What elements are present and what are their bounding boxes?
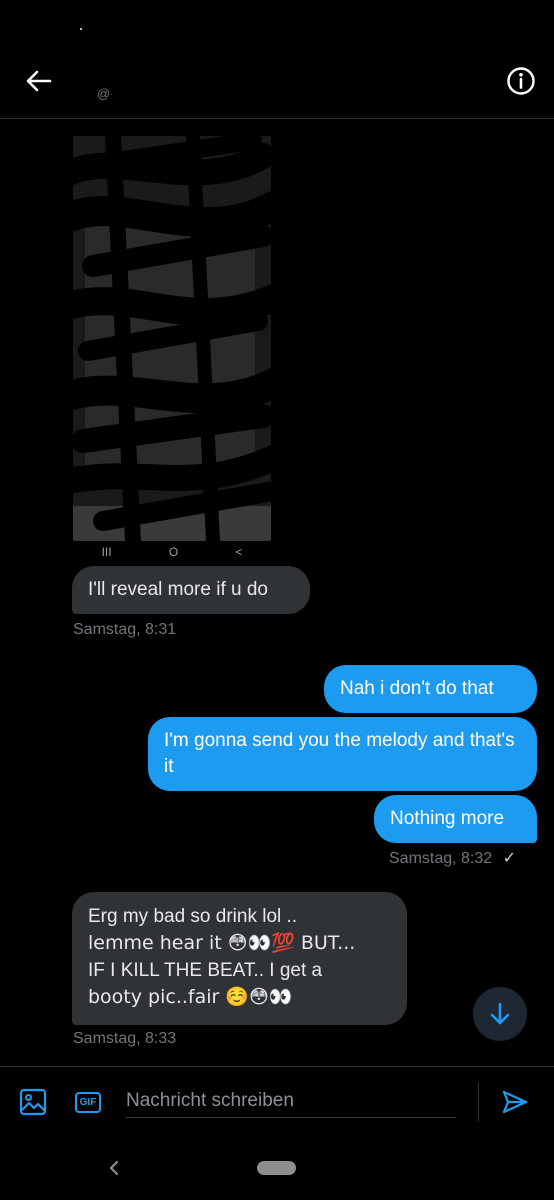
shared-screenshot-image[interactable] — [73, 136, 271, 541]
message-line: IF I KILL THE BEAT.. I get a — [88, 960, 323, 981]
gif-icon: GIF — [75, 1091, 101, 1113]
recent-apps-icon: III — [101, 545, 112, 559]
composer-divider — [478, 1083, 479, 1121]
message-input[interactable] — [126, 1085, 456, 1118]
message-received-1[interactable]: I'll reveal more if u do — [72, 566, 310, 614]
message-line: Erg my bad so drink lol .. — [88, 906, 298, 927]
chevron-left-icon — [109, 1160, 119, 1176]
timestamp-3: Samstag, 8:33 — [73, 1030, 177, 1047]
timestamp-1: Samstag, 8:31 — [73, 621, 177, 638]
scroll-to-bottom-button[interactable] — [473, 987, 527, 1041]
screenshot-nav-bar: III O < — [73, 541, 271, 563]
send-button[interactable] — [500, 1087, 530, 1117]
info-button[interactable] — [505, 65, 537, 97]
system-navigation-bar — [0, 1140, 554, 1200]
message-received-2[interactable]: Erg my bad so drink lol .. lemme hear it… — [72, 892, 407, 1025]
arrow-left-icon — [26, 70, 52, 92]
add-image-button[interactable] — [18, 1087, 48, 1117]
back-icon: < — [235, 545, 243, 559]
timestamp-2-text: Samstag, 8:32 — [389, 850, 493, 867]
back-button[interactable] — [24, 66, 54, 96]
info-circle-icon — [507, 67, 535, 95]
message-sent-3[interactable]: Nothing more — [374, 795, 537, 843]
read-check-icon: ✓ — [502, 850, 517, 867]
message-line: booty pic..fair ☺️😳👀 — [88, 986, 293, 1008]
redaction-scribble — [109, 68, 173, 116]
add-gif-button[interactable]: GIF — [73, 1087, 103, 1117]
arrow-down-icon — [490, 1002, 510, 1025]
send-icon — [502, 1090, 528, 1114]
message-sent-2[interactable]: I'm gonna send you the melody and that's… — [148, 717, 537, 791]
message-line: lemme hear it 😳👀💯 BUT... — [88, 932, 356, 954]
system-home-pill[interactable] — [257, 1161, 296, 1175]
system-back-button[interactable] — [104, 1156, 124, 1180]
message-composer: GIF — [0, 1066, 554, 1137]
home-icon: O — [168, 545, 179, 559]
timestamp-2: Samstag, 8:32 ✓ — [389, 848, 516, 868]
conversation-header: @⌣ — [0, 0, 554, 119]
message-sent-1[interactable]: Nah i don't do that — [324, 665, 537, 713]
image-icon — [19, 1088, 47, 1116]
